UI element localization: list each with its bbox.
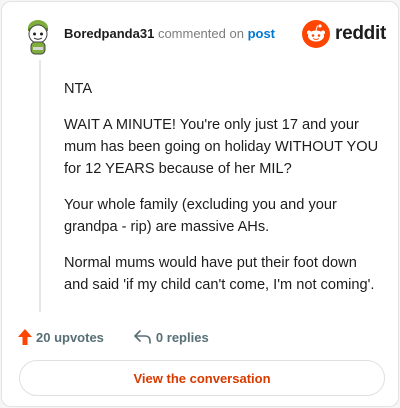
reddit-logo-icon — [302, 20, 331, 48]
upvote-arrow-icon — [18, 329, 32, 345]
post-link[interactable]: post — [248, 26, 275, 41]
upvote-button[interactable]: 20 upvotes — [18, 329, 104, 345]
comment-body: NTA WAIT A MINUTE! You're only just 17 a… — [64, 78, 384, 310]
comment-meta: Boredpanda31 commented on post — [64, 26, 275, 42]
reddit-brand[interactable]: reddit — [302, 20, 386, 48]
upvote-count: 20 upvotes — [36, 329, 104, 345]
action-text: commented on — [157, 26, 244, 41]
comment-paragraph: WAIT A MINUTE! You're only just 17 and y… — [64, 117, 379, 177]
comment-header: Boredpanda31 commented on post reddit — [16, 14, 386, 55]
reply-arrow-icon — [134, 330, 151, 344]
comment-paragraph: Normal mums would have put their foot do… — [64, 255, 375, 293]
username-link[interactable]: Boredpanda31 — [64, 26, 154, 41]
comment-paragraph: NTA — [64, 81, 93, 97]
comment-paragraph: Your whole family (excluding you and you… — [64, 197, 337, 235]
avatar-icon[interactable] — [22, 18, 54, 58]
reply-button[interactable]: 0 replies — [134, 330, 209, 345]
reply-count: 0 replies — [155, 329, 209, 345]
reddit-wordmark: reddit — [335, 23, 386, 44]
comment-actions: 20 upvotes 0 replies — [18, 326, 209, 348]
thread-line — [39, 60, 41, 312]
comment-card: Boredpanda31 commented on post reddit NT… — [1, 1, 399, 407]
view-conversation-button[interactable]: View the conversation — [19, 360, 385, 396]
